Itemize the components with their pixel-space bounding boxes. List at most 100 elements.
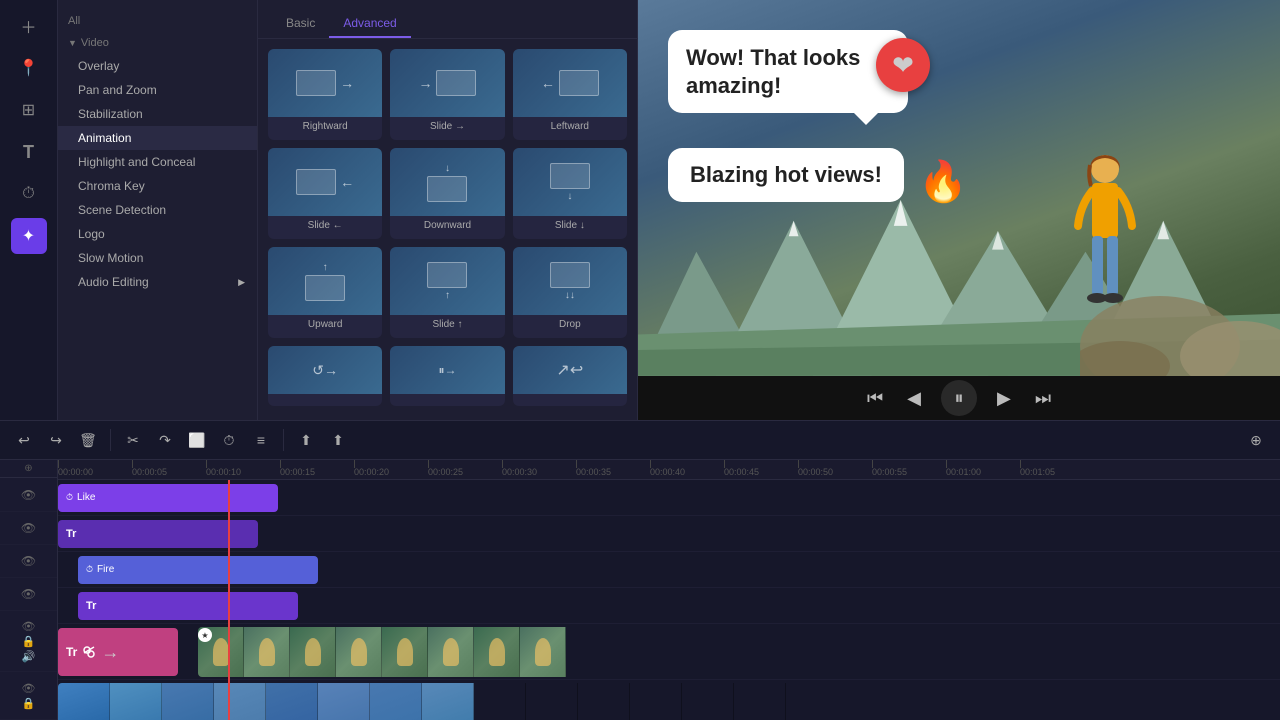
scissors-icon bbox=[81, 644, 97, 660]
effect-downward[interactable]: ↓ Downward bbox=[390, 148, 504, 239]
delete-button[interactable]: 🗑 bbox=[74, 426, 102, 454]
track-lock-icon-5[interactable]: 🔒 bbox=[22, 635, 36, 648]
panel-item-stabilization[interactable]: Stabilization bbox=[58, 102, 257, 126]
film-frame bbox=[244, 627, 290, 677]
track-eye-icon-6[interactable]: 👁 bbox=[22, 682, 36, 695]
video-preview: Wow! That looks amazing! ❤ Blazing hot v… bbox=[638, 0, 1280, 376]
sidebar-icon-add[interactable]: ＋ bbox=[11, 8, 47, 44]
timeline-playhead[interactable] bbox=[228, 480, 230, 720]
preview-area: Wow! That looks amazing! ❤ Blazing hot v… bbox=[638, 0, 1280, 420]
main-film-frame bbox=[318, 683, 370, 720]
pause-button[interactable]: ⏸ bbox=[941, 380, 977, 416]
panel-section-all[interactable]: All bbox=[58, 10, 257, 32]
sidebar-icon-effects[interactable]: ✦ bbox=[11, 218, 47, 254]
sidebar-icon-pin[interactable]: 📍 bbox=[11, 50, 47, 86]
timeline-header-controls: ⊕ bbox=[0, 460, 57, 478]
track-eye-icon-1[interactable]: 👁 bbox=[21, 488, 36, 502]
track-lock-icon-6[interactable]: 🔒 bbox=[22, 697, 36, 710]
panel-item-pan-zoom[interactable]: Pan and Zoom bbox=[58, 78, 257, 102]
panel-item-overlay[interactable]: Overlay bbox=[58, 54, 257, 78]
effect-label-drop: Drop bbox=[513, 315, 627, 334]
effect-drop[interactable]: ↓↓ Drop bbox=[513, 247, 627, 338]
effect-slide-down[interactable]: ↓ Slide ↓ bbox=[513, 148, 627, 239]
track-chip-pink-text[interactable]: Tr → bbox=[58, 628, 178, 676]
panel-section-video[interactable]: ▼ Video bbox=[58, 32, 257, 54]
rotate-button[interactable]: ↷ bbox=[151, 426, 179, 454]
timer-button[interactable]: ⏱ bbox=[215, 426, 243, 454]
video-filmstrip-1[interactable] bbox=[198, 627, 570, 677]
film-frame bbox=[290, 627, 336, 677]
track-chip-like[interactable]: ⏱ Like bbox=[58, 484, 278, 512]
track-row-tr1: Tr bbox=[58, 516, 1280, 552]
effect-slide-left[interactable]: ← Slide ← bbox=[268, 148, 382, 239]
skip-to-end-button[interactable]: ⏭ bbox=[1031, 384, 1055, 413]
fire-badge: 🔥 bbox=[918, 158, 968, 205]
speech-bubble-2: Blazing hot views! bbox=[668, 148, 904, 202]
align-button[interactable]: ≡ bbox=[247, 426, 275, 454]
ruler-tick-60: 00:01:00 bbox=[946, 460, 981, 479]
effect-upward[interactable]: ↑ Upward bbox=[268, 247, 382, 338]
sidebar-icon-text[interactable]: T bbox=[11, 134, 47, 170]
export-button[interactable]: ⬆ bbox=[292, 426, 320, 454]
timeline-area: ⊕ 👁 👁 👁 👁 👁 🔒 🔊 👁 🔒 bbox=[0, 460, 1280, 720]
crop-button[interactable]: ⬜ bbox=[183, 426, 211, 454]
undo-button[interactable]: ↩ bbox=[10, 426, 38, 454]
effect-label-leftward: Leftward bbox=[513, 117, 627, 136]
panel-item-chroma-key[interactable]: Chroma Key bbox=[58, 174, 257, 198]
panel-item-logo[interactable]: Logo bbox=[58, 222, 257, 246]
track-row-text-video: Tr → ★ bbox=[58, 624, 1280, 680]
effect-label-slide-up: Slide ↑ bbox=[390, 315, 504, 334]
ruler-tick-35: 00:00:35 bbox=[576, 460, 611, 479]
track-eye-icon-5[interactable]: 👁 bbox=[22, 620, 36, 633]
effect-label-downward: Downward bbox=[390, 216, 504, 235]
redo-button[interactable]: ↪ bbox=[42, 426, 70, 454]
timeline-settings-button[interactable]: ⊕ bbox=[1242, 426, 1270, 454]
film-frame bbox=[428, 627, 474, 677]
effect-curve[interactable]: ↗↩ bbox=[513, 346, 627, 406]
panel-item-scene-detection[interactable]: Scene Detection bbox=[58, 198, 257, 222]
tab-basic[interactable]: Basic bbox=[272, 10, 329, 38]
main-film-frame bbox=[630, 683, 682, 720]
track-ctrl-row-5: 👁 🔒 🔊 bbox=[0, 611, 57, 672]
track-row-like: ⏱ Like bbox=[58, 480, 1280, 516]
panel-item-slow-motion[interactable]: Slow Motion bbox=[58, 246, 257, 270]
effect-slide-up[interactable]: ↑ Slide ↑ bbox=[390, 247, 504, 338]
track-ctrl-row-2: 👁 bbox=[0, 512, 57, 545]
film-frame bbox=[520, 627, 566, 677]
main-film-frame bbox=[682, 683, 734, 720]
effect-freeze[interactable]: ⏸→ bbox=[390, 346, 504, 406]
track-ctrl-row-3: 👁 bbox=[0, 545, 57, 578]
bottom-toolbar: ↩ ↪ 🗑 ✂ ↷ ⬜ ⏱ ≡ ⬆ ⬆ ⊕ bbox=[0, 420, 1280, 460]
panel-item-audio-editing[interactable]: Audio Editing ▶ bbox=[58, 270, 257, 294]
effect-rightward[interactable]: → Rightward bbox=[268, 49, 382, 140]
skip-to-start-button[interactable]: ⏮ bbox=[863, 384, 887, 413]
share-button[interactable]: ⬆ bbox=[324, 426, 352, 454]
video-controls: ⏮ ◀ ⏸ ▶ ⏭ bbox=[638, 376, 1280, 420]
track-chip-tr2[interactable]: Tr bbox=[78, 592, 298, 620]
track-eye-icon-4[interactable]: 👁 bbox=[21, 587, 36, 601]
main-film-frame bbox=[526, 683, 578, 720]
track-ctrl-row-1: 👁 bbox=[0, 478, 57, 511]
track-row-fire: ⏱ Fire bbox=[58, 552, 1280, 588]
sidebar-icon-layers[interactable]: ⊞ bbox=[11, 92, 47, 128]
cut-button[interactable]: ✂ bbox=[119, 426, 147, 454]
prev-frame-button[interactable]: ◀ bbox=[903, 384, 925, 413]
track-ctrl-row-6: 👁 🔒 bbox=[0, 672, 57, 720]
sidebar-icon-clock[interactable]: ⏱ bbox=[11, 176, 47, 212]
track-chip-fire[interactable]: ⏱ Fire bbox=[78, 556, 318, 584]
panel-item-animation[interactable]: Animation bbox=[58, 126, 257, 150]
ruler-tick-65: 00:01:05 bbox=[1020, 460, 1055, 479]
film-frame bbox=[336, 627, 382, 677]
effect-leftward[interactable]: ← Leftward bbox=[513, 49, 627, 140]
effect-spin[interactable]: ↺→ bbox=[268, 346, 382, 406]
track-vol-icon-5[interactable]: 🔊 bbox=[22, 650, 36, 663]
tab-advanced[interactable]: Advanced bbox=[329, 10, 410, 38]
panel-item-highlight-conceal[interactable]: Highlight and Conceal bbox=[58, 150, 257, 174]
main-filmstrip[interactable] bbox=[58, 683, 798, 720]
track-eye-icon-2[interactable]: 👁 bbox=[21, 521, 36, 535]
effect-slide-right[interactable]: → Slide → bbox=[390, 49, 504, 140]
effects-grid: → Rightward → Slide → ← Leftward bbox=[258, 39, 637, 420]
play-button[interactable]: ▶ bbox=[993, 384, 1015, 413]
ruler-tick-5: 00:00:05 bbox=[132, 460, 167, 479]
track-eye-icon-3[interactable]: 👁 bbox=[21, 554, 36, 568]
